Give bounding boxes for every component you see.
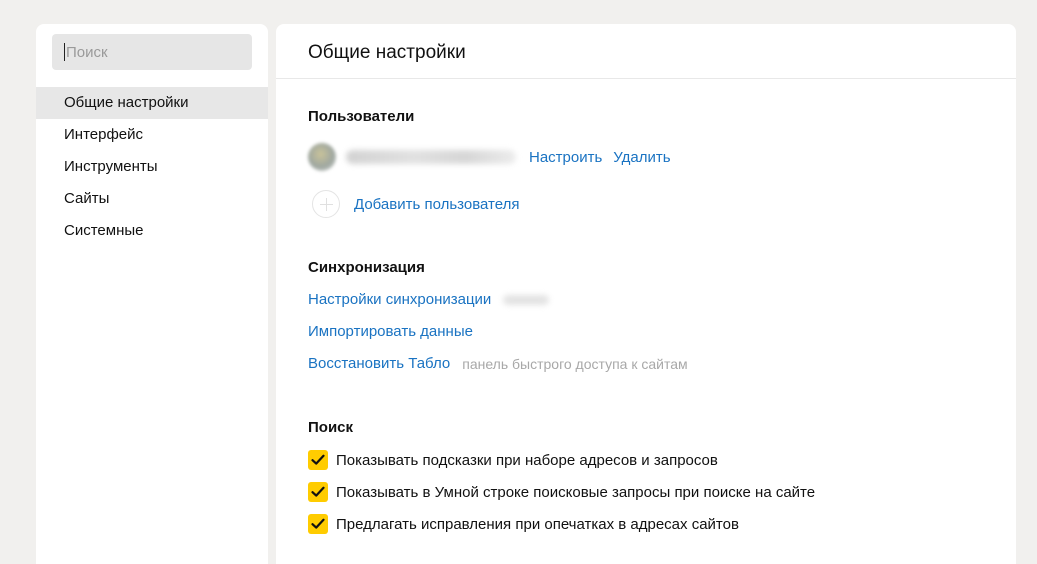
users-section-title: Пользователи: [308, 108, 415, 125]
checkbox-checked[interactable]: [308, 482, 328, 502]
user-row: Настроить Удалить: [308, 142, 671, 172]
sync-settings-row: Настройки синхронизации: [308, 291, 550, 308]
avatar: [308, 143, 336, 171]
configure-user-link[interactable]: Настроить: [529, 149, 602, 166]
checkmark-icon: [311, 486, 325, 497]
search-option-label: Показывать подсказки при наборе адресов …: [336, 451, 718, 469]
sync-account-redacted: [503, 294, 550, 305]
sidebar-nav: Общие настройки Интерфейс Инструменты Са…: [36, 87, 268, 247]
search-input[interactable]: [66, 43, 246, 61]
import-row: Импортировать данные: [308, 323, 473, 340]
checkbox-checked[interactable]: [308, 514, 328, 534]
sidebar-item-general[interactable]: Общие настройки: [36, 87, 268, 119]
checkmark-icon: [311, 518, 325, 529]
search-option-site-queries[interactable]: Показывать в Умной строке поисковые запр…: [308, 482, 815, 502]
restore-tablo-hint: панель быстрого доступа к сайтам: [462, 355, 688, 372]
checkbox-checked[interactable]: [308, 450, 328, 470]
import-data-link[interactable]: Импортировать данные: [308, 323, 473, 340]
add-user-row[interactable]: Добавить пользователя: [312, 188, 519, 220]
search-option-label: Предлагать исправления при опечатках в а…: [336, 515, 739, 533]
plus-icon[interactable]: [312, 190, 340, 218]
checkmark-icon: [311, 454, 325, 465]
sidebar-item-system[interactable]: Системные: [36, 215, 268, 247]
search-option-label: Показывать в Умной строке поисковые запр…: [336, 483, 816, 501]
restore-tablo-link[interactable]: Восстановить Табло: [308, 355, 450, 372]
sync-settings-link[interactable]: Настройки синхронизации: [308, 291, 491, 308]
page-title: Общие настройки: [276, 24, 1016, 79]
delete-user-link[interactable]: Удалить: [613, 149, 670, 166]
restore-row: Восстановить Табло панель быстрого досту…: [308, 355, 688, 372]
add-user-link[interactable]: Добавить пользователя: [354, 196, 519, 213]
sync-section-title: Синхронизация: [308, 259, 425, 276]
sidebar-item-interface[interactable]: Интерфейс: [36, 119, 268, 151]
sidebar-item-sites[interactable]: Сайты: [36, 183, 268, 215]
sidebar: Общие настройки Интерфейс Инструменты Са…: [36, 24, 268, 564]
search-option-typo-fix[interactable]: Предлагать исправления при опечатках в а…: [308, 514, 739, 534]
text-caret: [64, 43, 65, 61]
search-box[interactable]: [52, 34, 252, 70]
settings-panel: Общие настройки Пользователи Настроить У…: [276, 24, 1016, 564]
sidebar-item-tools[interactable]: Инструменты: [36, 151, 268, 183]
user-name-redacted: [346, 150, 516, 164]
search-section-title: Поиск: [308, 419, 354, 436]
search-option-suggestions[interactable]: Показывать подсказки при наборе адресов …: [308, 450, 718, 470]
